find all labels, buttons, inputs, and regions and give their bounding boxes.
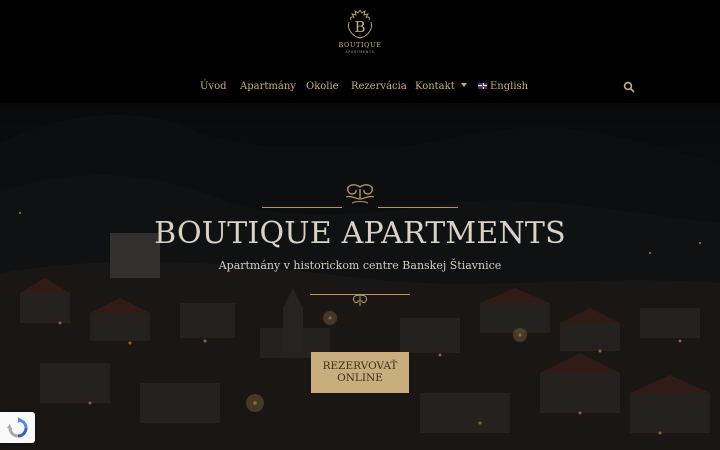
crest-icon: B: [348, 9, 372, 39]
book-online-button[interactable]: REZERVOVAŤ ONLINE: [311, 352, 409, 393]
search-icon[interactable]: [623, 81, 635, 93]
recaptcha-icon: [6, 416, 27, 437]
recaptcha-badge[interactable]: [0, 412, 35, 443]
nav-item-rezervacia[interactable]: Rezervácia: [351, 79, 407, 95]
site-logo[interactable]: B BOUTIQUE APARTMENTS: [336, 8, 384, 58]
nav-item-okolie[interactable]: Okolie: [306, 79, 339, 95]
flourish-bottom-icon: [352, 294, 368, 306]
uk-flag-icon: [478, 83, 487, 89]
divider-top-right: [378, 207, 458, 208]
nav-item-english-label: English: [490, 81, 529, 92]
nav-item-kontakt-label: Kontakt: [415, 81, 455, 92]
divider-top-left: [262, 207, 342, 208]
book-online-line1: REZERVOVAŤ: [322, 360, 398, 372]
hero-section: BOUTIQUE APARTMENTS Apartmány v historic…: [0, 103, 720, 450]
site-header: B BOUTIQUE APARTMENTS Úvod Apartmány Oko…: [0, 0, 720, 103]
logo-name: BOUTIQUE: [338, 41, 382, 49]
main-nav: Úvod Apartmány Okolie Rezervácia Kontakt…: [0, 79, 720, 95]
hero-overlay: [0, 103, 720, 450]
nav-item-english[interactable]: English: [478, 79, 528, 95]
nav-item-uvod[interactable]: Úvod: [200, 79, 227, 95]
hero-title: BOUTIQUE APARTMENTS: [154, 216, 566, 251]
logo-letter: B: [354, 18, 365, 36]
flourish-top-icon: [345, 184, 375, 204]
nav-item-apartmany[interactable]: Apartmány: [240, 79, 296, 95]
book-online-line2: ONLINE: [337, 372, 383, 384]
chevron-down-icon: [460, 83, 467, 87]
logo-tagline: APARTMENTS: [345, 50, 375, 54]
hero-subtitle: Apartmány v historickom centre Banskej Š…: [218, 259, 502, 272]
nav-item-kontakt[interactable]: Kontakt: [415, 79, 467, 95]
